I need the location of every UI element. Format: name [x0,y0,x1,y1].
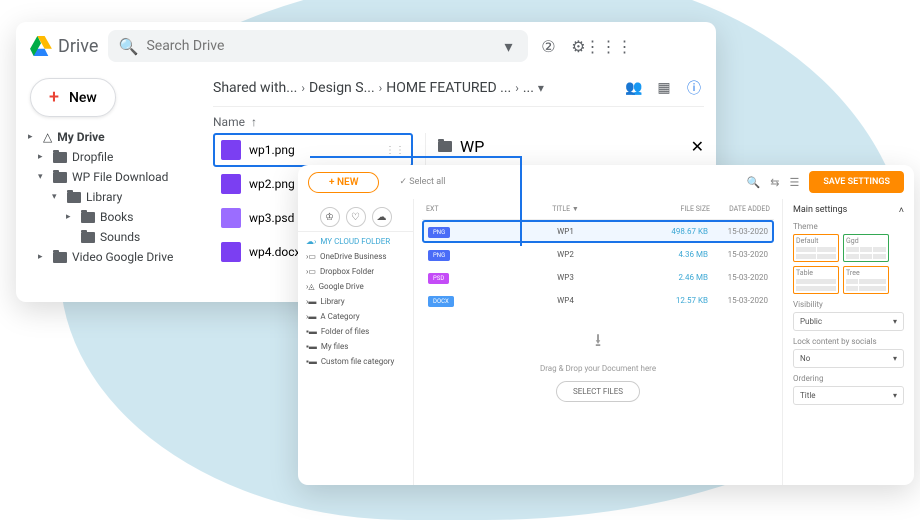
breadcrumb-item[interactable]: Design S... [309,80,375,96]
tool-tag-icon[interactable]: ♡ [346,207,366,227]
theme-option[interactable]: Ggd [843,234,889,262]
grid-view-icon[interactable]: ▦ [654,78,674,98]
tree-item[interactable]: ▾Library [24,187,201,207]
col-date[interactable]: DATE ADDED [710,205,770,213]
tool-cloud-icon[interactable]: ☁ [372,207,392,227]
new-button[interactable]: + New [30,78,116,117]
col-size[interactable]: FILE SIZE [655,205,710,213]
wp-side-item[interactable]: ›◬Google Drive [298,279,413,294]
collapse-icon[interactable]: ˄ [899,205,904,216]
search-bar[interactable]: 🔍 ▾ [108,30,528,62]
folder-icon [438,141,452,152]
info-icon[interactable]: ⓘ [684,78,704,98]
wp-side-item[interactable]: ›▬A Category [298,309,413,324]
apps-icon[interactable]: ⋮⋮⋮ [598,36,618,56]
drop-zone[interactable]: ⭳ Drag & Drop your Document here SELECT … [422,312,774,410]
breadcrumb-item[interactable]: HOME FEATURED ... [386,80,511,96]
col-title[interactable]: TITLE ▼ [476,205,655,213]
select-all-link[interactable]: ✓ Select all [399,177,445,187]
tool-user-icon[interactable]: ♔ [320,207,340,227]
lock-select[interactable]: No▾ [793,349,904,368]
people-icon[interactable]: 👥 [624,78,644,98]
filter-icon[interactable]: ⇆ [770,176,779,189]
wp-file-row[interactable]: PNGWP24.36 MB15-03-2020 [422,243,774,266]
wp-side-item[interactable]: ›▭OneDrive Business [298,249,413,264]
wp-side-item[interactable]: ▪▬My files [298,339,413,354]
wp-file-row[interactable]: PSDWP32.46 MB15-03-2020 [422,266,774,289]
wp-new-button[interactable]: + NEW [308,172,379,193]
wp-file-row[interactable]: PNGWP1498.67 KB15-03-2020 [422,220,774,243]
select-files-button[interactable]: SELECT FILES [556,381,640,402]
wp-sidebar: ♔ ♡ ☁ ☁›MY CLOUD FOLDER ›▭OneDrive Busin… [298,199,414,485]
wp-side-item[interactable]: ›▭Dropbox Folder [298,264,413,279]
drive-sidebar: + New ▸△My Drive ▸Dropfile ▾WP File Down… [16,70,201,275]
download-icon: ⭳ [422,328,774,358]
theme-option[interactable]: Tree [843,266,889,294]
tree-item[interactable]: Sounds [24,227,201,247]
wp-side-item[interactable]: ›▬Library [298,294,413,309]
tree-item[interactable]: ▸Dropfile [24,147,201,167]
col-ext[interactable]: EXT [426,205,476,213]
drive-logo: Drive [30,36,98,57]
breadcrumb: Shared with...› Design S...› HOME FEATUR… [213,70,704,107]
detail-header: WP ✕ [438,133,704,160]
tree-my-drive[interactable]: ▸△My Drive [24,127,201,147]
visibility-select[interactable]: Public▾ [793,312,904,331]
theme-option[interactable]: Default [793,234,839,262]
column-header[interactable]: Name [213,115,245,129]
wp-side-item[interactable]: ☁›MY CLOUD FOLDER [298,234,413,249]
search-input[interactable] [146,38,490,54]
drive-icon [30,36,52,56]
ordering-select[interactable]: Title▾ [793,386,904,405]
tree-item[interactable]: ▸Video Google Drive [24,247,201,267]
theme-option[interactable]: Table [793,266,839,294]
close-icon[interactable]: ✕ [691,137,704,156]
breadcrumb-item[interactable]: Shared with... [213,80,297,96]
wp-side-item[interactable]: ▪▬Custom file category [298,354,413,369]
save-settings-button[interactable]: SAVE SETTINGS [809,171,904,193]
file-row[interactable]: wp1.png⋮⋮ [213,133,413,167]
menu-icon[interactable]: ☰ [789,176,799,189]
search-icon: 🔍 [118,36,138,56]
settings-heading: Main settings [793,205,847,216]
wp-window: + NEW ✓ Select all 🔍 ⇆ ☰ SAVE SETTINGS ♔… [298,165,914,485]
wp-file-row[interactable]: DOCXWP412.57 KB15-03-2020 [422,289,774,312]
breadcrumb-item[interactable]: ... [523,80,534,96]
search-icon[interactable]: 🔍 [747,176,761,189]
help-icon[interactable]: ② [538,36,558,56]
tree-item[interactable]: ▸Books [24,207,201,227]
plus-icon: + [49,87,59,108]
tree-item[interactable]: ▾WP File Download [24,167,201,187]
wp-side-item[interactable]: ▪▬Folder of files [298,324,413,339]
dropdown-icon[interactable]: ▾ [498,36,518,56]
settings-panel: Main settings˄ Theme Default Ggd Table T… [782,199,914,485]
